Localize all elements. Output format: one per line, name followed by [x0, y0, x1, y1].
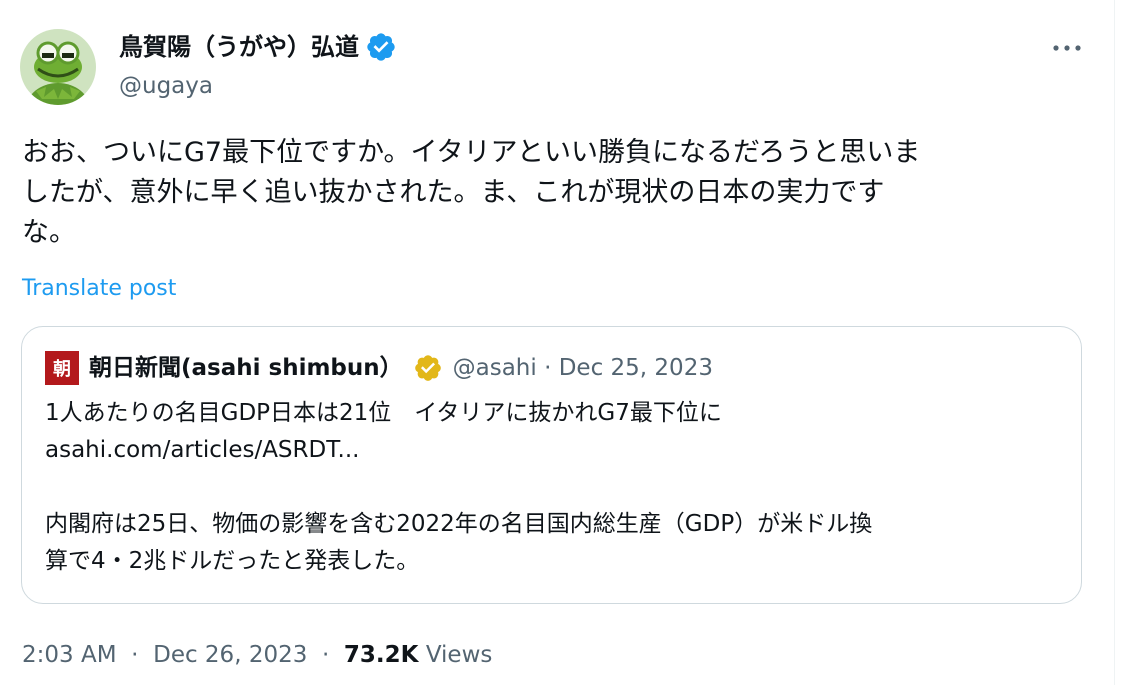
- quoted-author-name[interactable]: 朝日新聞(asahi shimbun）: [89, 351, 403, 385]
- post-metadata: 2:03 AM · Dec 26, 2023 · 73.2K Views: [22, 638, 492, 672]
- quoted-author-handle[interactable]: @asahi: [453, 351, 537, 385]
- quoted-separator-dot: ·: [544, 355, 552, 381]
- separator-dot: ·: [131, 642, 139, 668]
- column-border: [1114, 0, 1115, 685]
- author-name[interactable]: 鳥賀陽（うがや）弘道: [119, 30, 359, 64]
- asahi-logo: 朝: [45, 351, 79, 385]
- post-date[interactable]: Dec 26, 2023: [153, 642, 307, 668]
- gold-verified-badge-icon[interactable]: [413, 353, 443, 383]
- translate-post-link[interactable]: Translate post: [22, 274, 176, 304]
- quoted-post-date[interactable]: Dec 25, 2023: [559, 351, 713, 385]
- views-count[interactable]: 73.2K: [344, 642, 419, 668]
- more-options-icon[interactable]: [1050, 34, 1084, 62]
- meta-separator-1: ·: [124, 642, 146, 668]
- quoted-post-text: 1人あたりの名目GDP日本は21位 イタリアに抜かれG7最下位に asahi.c…: [45, 400, 873, 574]
- frog-avatar-icon: [20, 29, 96, 105]
- verified-badge-icon[interactable]: [365, 31, 397, 63]
- post-time[interactable]: 2:03 AM: [22, 642, 117, 668]
- quoted-post-header: 朝 朝日新聞(asahi shimbun） @asahi · Dec 25, 2…: [45, 351, 713, 385]
- author-name-row[interactable]: 鳥賀陽（うがや）弘道: [119, 30, 397, 64]
- avatar[interactable]: [20, 29, 96, 105]
- author-handle[interactable]: @ugaya: [119, 70, 213, 102]
- quoted-post-card[interactable]: 朝 朝日新聞(asahi shimbun） @asahi · Dec 25, 2…: [21, 326, 1082, 604]
- views-label[interactable]: Views: [426, 642, 493, 668]
- separator-dot: ·: [321, 642, 330, 668]
- quoted-meta-separator: ·: [537, 351, 559, 385]
- post-text: おお、ついにG7最下位ですか。イタリアといい勝負になるだろうと思いま したが、意…: [22, 137, 921, 248]
- meta-separator-2: ·: [315, 642, 337, 668]
